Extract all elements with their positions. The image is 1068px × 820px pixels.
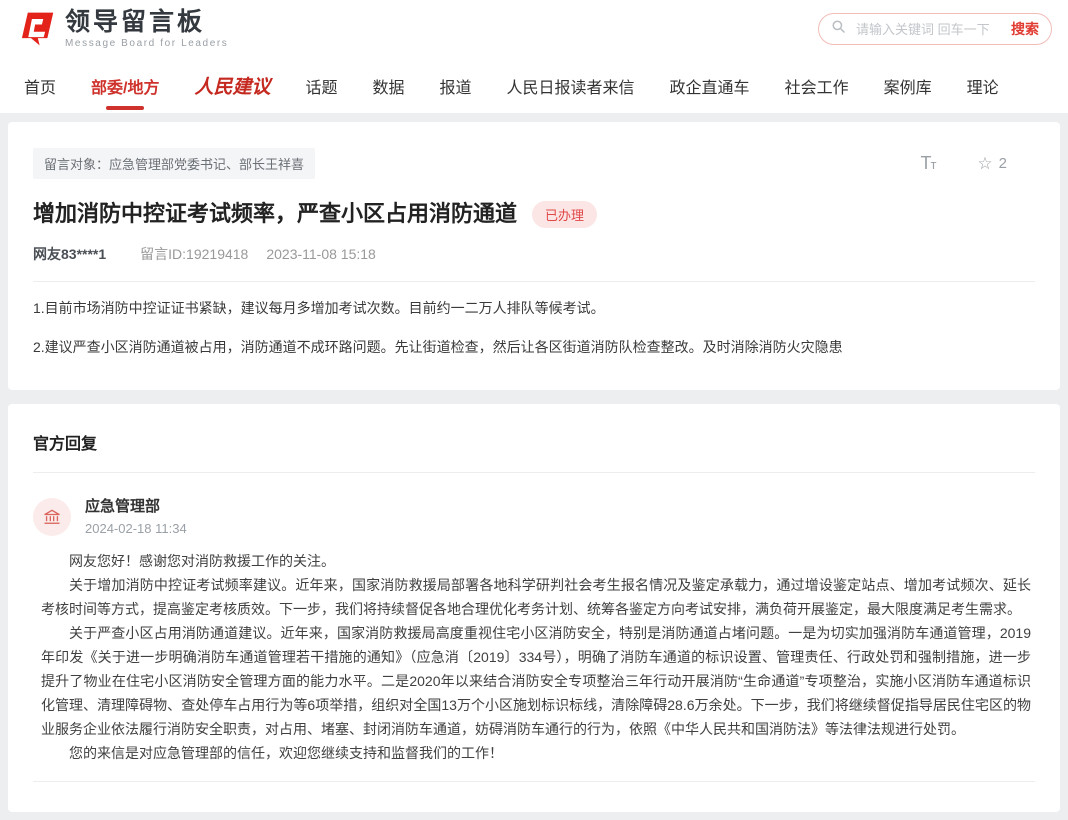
message-card: 留言对象：应急管理部党委书记、部长王祥喜 Tт ☆ 2 增加消防中控证考试频率，… (8, 122, 1060, 390)
reply-paragraph: 关于严查小区占用消防通道建议。近年来，国家消防救援局高度重视住宅小区消防安全，特… (41, 621, 1031, 741)
agency-avatar (33, 498, 71, 536)
government-building-icon (42, 507, 62, 527)
search-icon (831, 19, 846, 39)
star-icon: ☆ (977, 155, 992, 172)
reply-paragraph: 您的来信是对应急管理部的信任，欢迎您继续支持和监督我们的工作！ (41, 741, 1031, 765)
main-nav: 首页 部委/地方 人民建议 话题 数据 报道 人民日报读者来信 政企直通车 社会… (0, 58, 1068, 113)
nav-item-topics[interactable]: 话题 (305, 74, 337, 98)
logo-title: 领导留言板 (65, 10, 228, 35)
nav-item-reports[interactable]: 报道 (440, 74, 472, 98)
star-count: 2 (999, 155, 1007, 172)
nav-item-case-library[interactable]: 案例库 (884, 74, 932, 98)
search-box[interactable]: 搜索 (818, 13, 1052, 45)
nav-item-theory[interactable]: 理论 (967, 74, 999, 98)
message-body-paragraph: 1.目前市场消防中控证证书紧缺，建议每月多增加考试次数。目前约一二万人排队等候考… (33, 295, 1035, 321)
nav-item-peoples-suggestions[interactable]: 人民建议 (194, 72, 270, 99)
search-input[interactable] (854, 21, 1003, 38)
nav-item-gov-enterprise[interactable]: 政企直通车 (670, 74, 750, 98)
logo-icon (16, 9, 56, 49)
nav-item-social-work[interactable]: 社会工作 (785, 74, 849, 98)
reply-agency-name: 应急管理部 (85, 498, 187, 516)
reply-datetime: 2024-02-18 11:34 (85, 521, 187, 536)
reply-body: 网友您好！感谢您对消防救援工作的关注。 关于增加消防中控证考试频率建议。近年来，… (33, 549, 1035, 765)
reply-paragraph: 关于增加消防中控证考试频率建议。近年来，国家消防救援局部署各地科学研判社会考生报… (41, 573, 1031, 621)
message-body-paragraph: 2.建议严查小区消防通道被占用，消防通道不成环路问题。先让街道检查，然后让各区街… (33, 334, 1035, 360)
message-title: 增加消防中控证考试频率，严查小区占用消防通道 (33, 200, 517, 229)
nav-item-home[interactable]: 首页 (24, 74, 56, 98)
reply-section-title: 官方回复 (33, 430, 1035, 454)
message-author: 网友83****1 (33, 244, 106, 264)
favorite-button[interactable]: ☆ 2 (977, 155, 1007, 172)
font-size-icon[interactable]: Tт (920, 153, 935, 174)
message-target-tag: 留言对象：应急管理部党委书记、部长王祥喜 (33, 148, 315, 179)
message-id: 留言ID:19219418 (140, 244, 248, 264)
site-header: 领导留言板 Message Board for Leaders 搜索 (0, 0, 1068, 58)
logo-subtitle: Message Board for Leaders (65, 38, 228, 49)
message-body: 1.目前市场消防中控证证书紧缺，建议每月多增加考试次数。目前约一二万人排队等候考… (33, 295, 1035, 360)
message-divider (33, 281, 1035, 282)
reply-divider (33, 472, 1035, 473)
site-logo[interactable]: 领导留言板 Message Board for Leaders (16, 9, 228, 49)
reply-paragraph: 网友您好！感谢您对消防救援工作的关注。 (41, 549, 1031, 573)
status-badge: 已办理 (532, 201, 597, 228)
reply-bottom-divider (33, 781, 1035, 782)
official-reply-card: 官方回复 应急管理部 2024-02-18 11:34 网友您好！感谢您对消防救… (8, 404, 1060, 812)
nav-item-reader-letters[interactable]: 人民日报读者来信 (507, 74, 635, 98)
nav-item-data[interactable]: 数据 (373, 74, 405, 98)
page-content: 留言对象：应急管理部党委书记、部长王祥喜 Tт ☆ 2 增加消防中控证考试频率，… (0, 113, 1068, 820)
search-button[interactable]: 搜索 (1011, 19, 1039, 39)
message-datetime: 2023-11-08 15:18 (266, 246, 376, 262)
nav-item-ministries-local[interactable]: 部委/地方 (91, 74, 159, 98)
